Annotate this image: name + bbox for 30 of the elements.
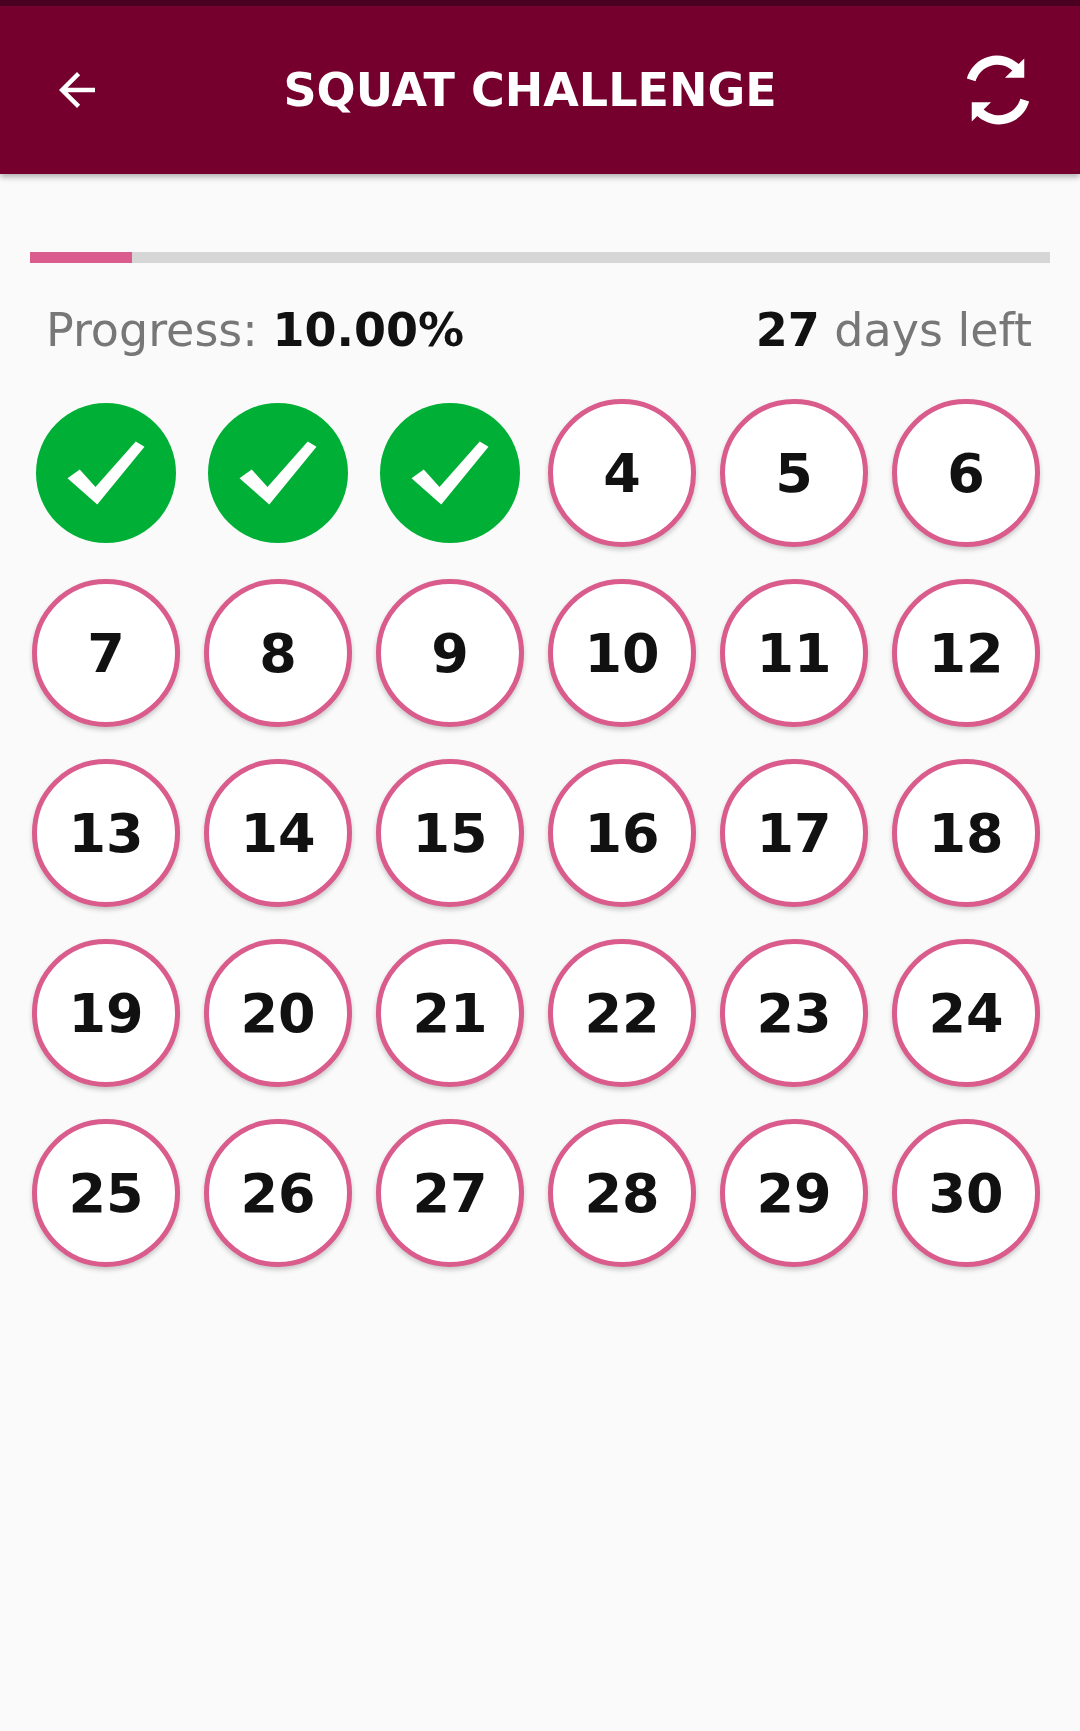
day-button[interactable]: 24 [892,939,1040,1087]
day-button[interactable]: 17 [720,759,868,907]
day-button[interactable]: 6 [892,399,1040,547]
day-button[interactable]: 22 [548,939,696,1087]
day-button[interactable]: 8 [204,579,352,727]
day-button[interactable]: 13 [32,759,180,907]
day-button[interactable]: 4 [548,399,696,547]
day-button[interactable]: 16 [548,759,696,907]
day-button[interactable]: 14 [204,759,352,907]
day-button[interactable]: 9 [376,579,524,727]
day-button[interactable]: 25 [32,1119,180,1267]
day-button[interactable]: 10 [548,579,696,727]
day-button[interactable]: 19 [32,939,180,1087]
day-button[interactable]: 28 [548,1119,696,1267]
progress-text: Progress: 10.00% [46,303,465,357]
day-button[interactable]: 30 [892,1119,1040,1267]
day-button[interactable]: 23 [720,939,868,1087]
day-button[interactable]: 15 [376,759,524,907]
days-left-text: 27 days left [755,303,1032,357]
day-button[interactable]: 26 [204,1119,352,1267]
day-button[interactable]: 27 [376,1119,524,1267]
day-button[interactable]: 29 [720,1119,868,1267]
day-button[interactable]: 11 [720,579,868,727]
day-button[interactable]: 21 [376,939,524,1087]
day-button[interactable]: 12 [892,579,1040,727]
day-button[interactable]: 7 [32,579,180,727]
day-button[interactable]: 5 [720,399,868,547]
day-button[interactable]: 20 [204,939,352,1087]
day-button[interactable]: 18 [892,759,1040,907]
screen-title: SQUAT CHALLENGE [283,63,777,117]
